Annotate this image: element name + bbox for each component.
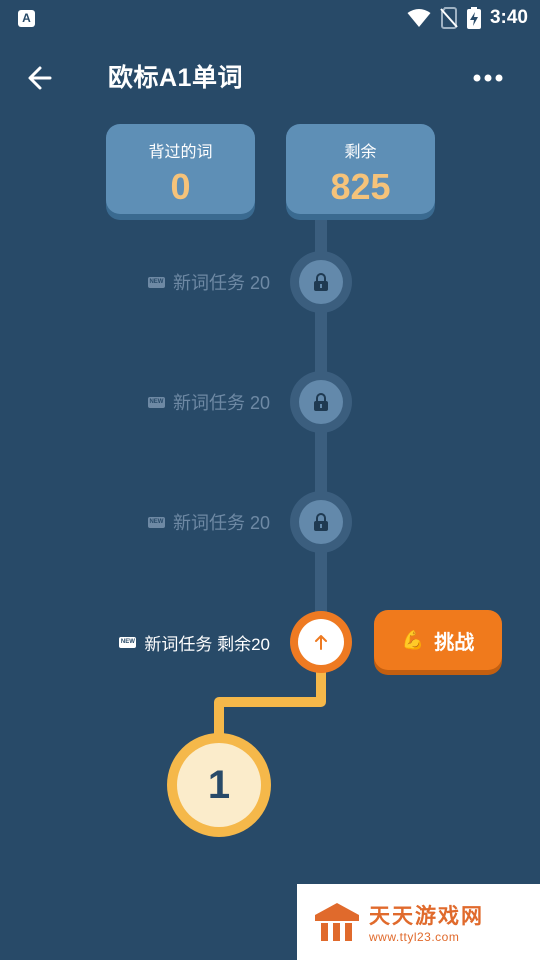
task-row-3: NEW 新词任务 20 (147, 509, 270, 535)
watermark-title: 天天游戏网 (369, 905, 484, 928)
locked-task-node-3[interactable] (290, 491, 352, 553)
learned-words-label: 背过的词 (148, 144, 213, 161)
task-label: 新词任务 20 (172, 393, 270, 413)
task-label: 新词任务 20 (172, 273, 270, 293)
progress-path (214, 215, 327, 785)
watermark-url: www.ttyl23.com (369, 930, 460, 944)
level-number: 1 (207, 762, 231, 807)
challenge-label: 挑战 (434, 631, 475, 654)
watermark-logo-icon (315, 903, 359, 941)
new-badge: NEW (147, 276, 165, 288)
learned-words-card: 背过的词 0 (106, 124, 255, 214)
site-watermark: 天天游戏网 www.ttyl23.com (297, 884, 540, 960)
task-row-active: NEW 新词任务 剩余20 (119, 629, 270, 655)
learned-words-value: 0 (170, 166, 191, 207)
locked-task-node-2[interactable] (290, 371, 352, 433)
new-badge: NEW (147, 396, 165, 408)
new-badge: NEW (119, 636, 137, 648)
lock-icon (314, 513, 328, 531)
task-row-2: NEW 新词任务 20 (147, 389, 270, 415)
remaining-words-card: 剩余 825 (286, 124, 435, 214)
task-label: 新词任务 20 (172, 513, 270, 533)
arrow-up-icon (315, 635, 327, 650)
lock-icon (314, 393, 328, 411)
lock-icon (314, 273, 328, 291)
active-task-node[interactable] (290, 611, 352, 673)
task-row-1: NEW 新词任务 20 (147, 269, 270, 295)
new-badge: NEW (147, 516, 165, 528)
level-badge[interactable]: 1 (167, 733, 271, 837)
task-label: 新词任务 剩余20 (144, 634, 270, 654)
challenge-button[interactable]: 💪 挑战 (374, 610, 502, 670)
remaining-words-value: 825 (330, 166, 391, 207)
locked-task-node-1[interactable] (290, 251, 352, 313)
remaining-words-label: 剩余 (344, 144, 377, 161)
flexed-biceps-icon: 💪 (401, 629, 425, 650)
